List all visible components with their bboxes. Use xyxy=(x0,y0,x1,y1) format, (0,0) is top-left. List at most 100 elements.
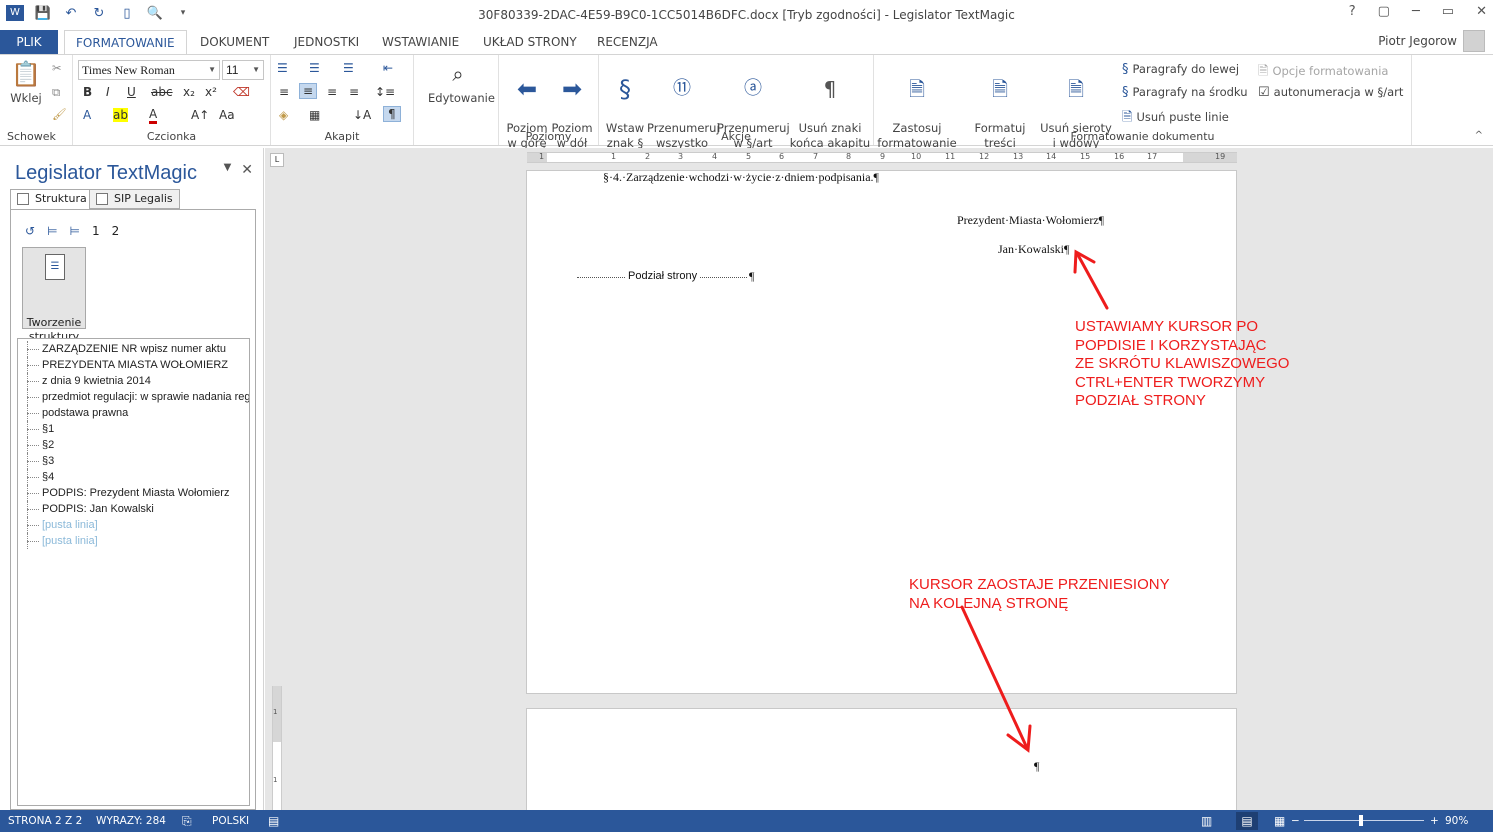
pane-menu-icon[interactable]: ▼ xyxy=(224,162,232,178)
underline-icon[interactable]: U xyxy=(127,85,136,99)
zoom-level[interactable]: 90% xyxy=(1445,810,1468,832)
tree-item[interactable]: [pusta linia] xyxy=(18,517,249,533)
highlight-icon[interactable]: ab xyxy=(113,108,128,122)
tree-item[interactable]: §4 xyxy=(18,469,249,485)
decrease-indent-icon[interactable]: ⇤ xyxy=(383,61,393,75)
font-color-icon[interactable]: A xyxy=(149,108,158,124)
language-indicator[interactable]: POLSKI xyxy=(212,810,249,832)
document-page-2[interactable]: ¶ xyxy=(526,708,1237,818)
tree-item[interactable]: §2 xyxy=(18,437,249,453)
signature-name-text[interactable]: Jan·Kowalski¶ xyxy=(998,242,1069,257)
format-painter-icon[interactable]: 🖌 xyxy=(52,107,67,121)
shading-icon[interactable]: ◈ xyxy=(279,108,288,122)
paragraphs-left-button[interactable]: § Paragrafy do lewej xyxy=(1122,62,1239,77)
tree-item[interactable]: podstawa prawna xyxy=(18,405,249,421)
page-indicator[interactable]: STRONA 2 Z 2 xyxy=(8,810,82,832)
align-right-icon[interactable]: ≡ xyxy=(327,85,337,99)
borders-icon[interactable]: ▦ xyxy=(309,108,320,122)
justify-icon[interactable]: ≡ xyxy=(349,85,359,99)
numbering-icon[interactable]: ☰ xyxy=(309,61,320,75)
zoom-in-icon[interactable]: + xyxy=(1430,810,1439,832)
zoom-slider-thumb[interactable] xyxy=(1359,815,1363,826)
collapse-ribbon-icon[interactable]: ^ xyxy=(1475,130,1483,141)
bullets-icon[interactable]: ☰ xyxy=(277,61,288,75)
font-name-select[interactable]: Times New Roman ▼ xyxy=(78,60,220,80)
zoom-out-icon[interactable]: − xyxy=(1291,810,1300,832)
tree-item[interactable]: §3 xyxy=(18,453,249,469)
tree-item[interactable]: PREZYDENTA MIASTA WOŁOMIERZ xyxy=(18,357,249,373)
maximize-button[interactable]: ▭ xyxy=(1442,4,1454,19)
cut-icon[interactable]: ✂ xyxy=(52,61,62,75)
clear-formatting-icon[interactable]: ⌫ xyxy=(233,85,250,99)
vertical-ruler[interactable]: 1 1 xyxy=(272,686,282,810)
copy-icon[interactable]: ⧉ xyxy=(52,85,60,100)
paragraphs-center-button[interactable]: § Paragrafy na środku xyxy=(1122,85,1248,100)
web-layout-icon[interactable]: ▦ xyxy=(1274,810,1285,832)
bold-icon[interactable]: B xyxy=(83,85,92,99)
paste-button[interactable]: 📋 Wklej xyxy=(6,59,46,106)
paragraph-4-text[interactable]: §·4.·Zarządzenie·wchodzi·w·życie·z·dniem… xyxy=(603,170,879,185)
level-1-button[interactable]: 1 xyxy=(92,224,100,238)
help-button[interactable]: ? xyxy=(1349,4,1356,19)
tree-item[interactable]: przedmiot regulacji: w sprawie nadania r… xyxy=(18,389,249,405)
word-count[interactable]: WYRAZY: 284 xyxy=(96,810,166,832)
expand-tree-icon[interactable]: ⊨ xyxy=(47,224,57,238)
tab-dokument[interactable]: DOKUMENT xyxy=(189,30,280,54)
tree-item[interactable]: [pusta linia] xyxy=(18,533,249,549)
tab-uklad-strony[interactable]: UKŁAD STRONY xyxy=(472,30,588,54)
superscript-icon[interactable]: x² xyxy=(205,85,217,99)
tab-sip-legalis[interactable]: SIP Legalis xyxy=(89,189,180,209)
formatting-options-button[interactable]: 🗎 Opcje formatowania xyxy=(1258,62,1388,84)
line-spacing-icon[interactable]: ↕≡ xyxy=(375,85,395,99)
italic-icon[interactable]: I xyxy=(106,85,110,99)
text-effects-icon[interactable]: A xyxy=(83,108,91,122)
cursor-pilcrow[interactable]: ¶ xyxy=(1034,759,1039,774)
user-name[interactable]: Piotr Jegorow xyxy=(1378,34,1457,48)
zoom-slider-track[interactable] xyxy=(1304,820,1424,821)
document-page[interactable]: §·4.·Zarządzenie·wchodzi·w·życie·z·dniem… xyxy=(526,170,1237,694)
pane-close-icon[interactable]: ✕ xyxy=(241,162,253,178)
document-area[interactable]: L 1 1 2 3 4 5 6 7 8 9 10 11 12 13 14 15 … xyxy=(265,148,1493,818)
tree-item[interactable]: PODPIS: Jan Kowalski xyxy=(18,501,249,517)
tree-item[interactable]: PODPIS: Prezydent Miasta Wołomierz xyxy=(18,485,249,501)
page-break-marker[interactable]: Podział strony ¶ xyxy=(577,269,755,284)
font-size-select[interactable]: 11 ▼ xyxy=(222,60,264,80)
strikethrough-icon[interactable]: abc xyxy=(151,85,173,99)
read-mode-icon[interactable]: ▥ xyxy=(1201,810,1212,832)
collapse-tree-icon[interactable]: ⊨ xyxy=(70,224,80,238)
editing-button[interactable]: ⌕ Edytowanie xyxy=(428,59,495,106)
autonumbering-checkbox[interactable]: ☑ autonumeracja w §/art xyxy=(1258,85,1403,100)
tab-structure[interactable]: Struktura xyxy=(10,189,94,210)
sort-icon[interactable]: ↓A xyxy=(353,108,371,122)
grow-font-icon[interactable]: A↑ xyxy=(191,108,209,122)
align-center-icon[interactable]: ≡ xyxy=(299,83,318,99)
structure-toggle-button[interactable]: ☰ Tworzenie struktury włączone xyxy=(22,247,86,357)
align-left-icon[interactable]: ≡ xyxy=(279,85,289,99)
macro-icon[interactable]: ▤ xyxy=(268,810,279,832)
avatar[interactable] xyxy=(1463,30,1485,52)
tab-file[interactable]: PLIK xyxy=(0,30,58,54)
tab-recenzja[interactable]: RECENZJA xyxy=(586,30,669,54)
tree-item[interactable]: z dnia 9 kwietnia 2014 xyxy=(18,373,249,389)
show-marks-icon[interactable]: ¶ xyxy=(383,106,401,122)
print-layout-icon[interactable]: ▤ xyxy=(1236,812,1258,830)
tab-jednostki[interactable]: JEDNOSTKI xyxy=(283,30,370,54)
close-button[interactable]: ✕ xyxy=(1476,4,1487,19)
proofing-icon[interactable]: ⎘ xyxy=(182,810,192,832)
tab-formatowanie[interactable]: FORMATOWANIE xyxy=(64,30,187,55)
tree-item[interactable]: ZARZĄDZENIE NR wpisz numer aktu xyxy=(18,341,249,357)
tree-item[interactable]: §1 xyxy=(18,421,249,437)
ribbon-display-button[interactable]: ▢ xyxy=(1378,4,1390,19)
multilevel-list-icon[interactable]: ☰ xyxy=(343,61,354,75)
remove-empty-lines-button[interactable]: 🗎 Usuń puste linie xyxy=(1122,108,1229,130)
minimize-button[interactable]: ─ xyxy=(1412,4,1420,19)
level-2-button[interactable]: 2 xyxy=(112,224,120,238)
horizontal-ruler[interactable]: 1 1 2 3 4 5 6 7 8 9 10 11 12 13 14 15 16… xyxy=(527,152,1237,163)
change-case-icon[interactable]: Aa xyxy=(219,108,235,122)
refresh-icon[interactable]: ↺ xyxy=(25,224,35,238)
signature-title-text[interactable]: Prezydent·Miasta·Wołomierz¶ xyxy=(957,213,1104,228)
subscript-icon[interactable]: x₂ xyxy=(183,85,195,99)
tab-selector[interactable]: L xyxy=(270,153,284,167)
tab-wstawianie[interactable]: WSTAWIANIE xyxy=(371,30,470,54)
pane-toolbar: ↺ ⊨ ⊨ 1 2 xyxy=(25,224,119,238)
